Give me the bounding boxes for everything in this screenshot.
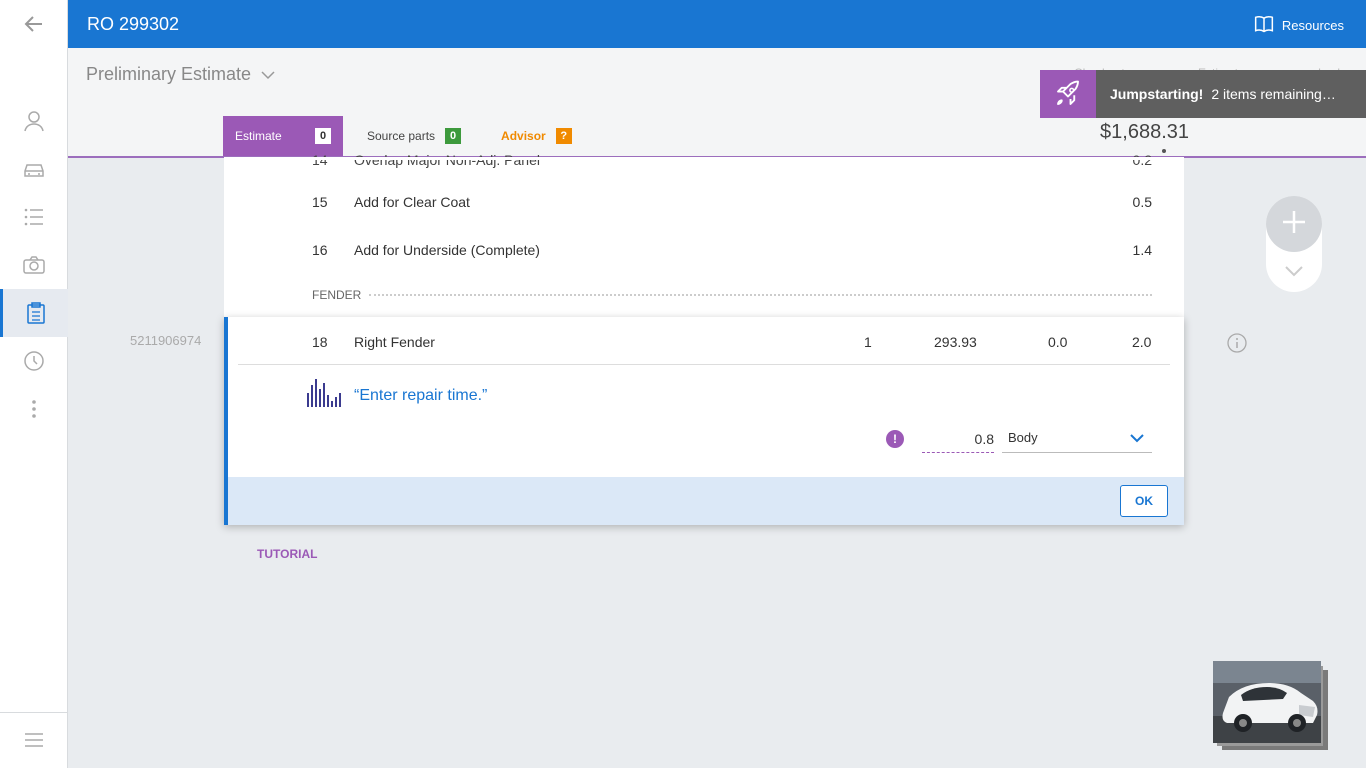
tab-source-parts-label: Source parts (367, 129, 436, 143)
top-app-bar: RO 299302 Resources (68, 0, 1366, 48)
vehicle-photo-thumbnail[interactable] (1213, 661, 1321, 743)
tab-estimate-badge: 0 (315, 128, 331, 144)
section-label: FENDER (312, 288, 362, 302)
section-header-fender: FENDER (312, 288, 1152, 302)
line-number: 18 (312, 334, 328, 350)
line-description: Overlap Major Non-Adj. Panel (354, 152, 540, 168)
estimate-total-value: $1,688.31 (1100, 121, 1189, 143)
camera-icon[interactable] (0, 241, 68, 289)
tab-estimate-label: Estimate (235, 129, 282, 143)
estimate-line-partial[interactable]: 14 Overlap Major Non-Adj. Panel 0.2 (224, 146, 1184, 176)
history-icon[interactable] (0, 337, 68, 385)
estimate-line[interactable]: 15 Add for Clear Coat 0.5 (224, 188, 1184, 218)
plus-icon (1281, 209, 1307, 240)
row-divider (238, 364, 1170, 365)
estimate-type-label: Preliminary Estimate (86, 64, 252, 84)
line-value: 1.4 (1132, 242, 1152, 258)
repair-order-title: RO 299302 (87, 14, 180, 34)
ok-button[interactable]: OK (1120, 485, 1168, 517)
resources-button[interactable]: Resources (1254, 15, 1344, 36)
line-description: Add for Clear Coat (354, 194, 470, 210)
repair-time-input[interactable]: 0.8 (922, 425, 994, 453)
tab-advisor-badge: ? (555, 128, 572, 144)
voice-prompt: “Enter repair time.” (354, 387, 488, 404)
line-price: 293.93 (934, 334, 977, 350)
info-icon[interactable] (1227, 333, 1247, 358)
line-number: 15 (312, 194, 328, 210)
left-nav-rail (0, 0, 68, 768)
toast-message: Jumpstarting! 2 items remaining… (1096, 86, 1336, 102)
estimate-lines-card: 14 Overlap Major Non-Adj. Panel 0.2 15 A… (224, 152, 1184, 318)
section-divider (369, 294, 1152, 296)
warning-icon: ! (886, 430, 904, 448)
add-line-button[interactable] (1266, 196, 1322, 252)
part-number: 5211906974 (130, 333, 202, 348)
line-paint-hours: 2.0 (1132, 334, 1152, 350)
hamburger-menu-icon[interactable] (0, 716, 68, 764)
line-description: Add for Underside (Complete) (354, 242, 540, 258)
back-arrow-icon[interactable] (0, 0, 68, 48)
car-icon[interactable] (0, 145, 68, 193)
tutorial-link[interactable]: TUTORIAL (257, 547, 317, 561)
toast-text: 2 items remaining… (1211, 86, 1336, 102)
estimate-total: $1,688.31 (1100, 121, 1189, 153)
line-number: 16 (312, 242, 328, 258)
more-vertical-icon[interactable] (0, 385, 68, 433)
person-icon[interactable] (0, 97, 68, 145)
labor-type-value: Body (1008, 430, 1038, 445)
resources-label: Resources (1281, 18, 1344, 33)
tab-advisor-label: Advisor (501, 129, 546, 143)
line-quantity: 1 (864, 334, 872, 350)
line-value: 0.5 (1132, 194, 1152, 210)
tab-source-parts-badge: 0 (445, 128, 462, 144)
line-description: Right Fender (354, 334, 435, 350)
editor-footer: OK (228, 477, 1184, 525)
book-icon (1254, 15, 1274, 36)
line-labor-hours: 0.0 (1048, 334, 1068, 350)
estimate-line[interactable]: 16 Add for Underside (Complete) 1.4 (224, 236, 1184, 266)
estimate-clipboard-icon[interactable] (0, 289, 68, 337)
chevron-down-icon (261, 64, 275, 85)
rocket-icon (1040, 70, 1096, 118)
line-number: 14 (312, 152, 328, 168)
jumpstart-toast[interactable]: Jumpstarting! 2 items remaining… (1040, 70, 1366, 118)
list-icon[interactable] (0, 193, 68, 241)
line-value: 0.2 (1132, 152, 1152, 168)
toast-strong: Jumpstarting! (1110, 86, 1204, 102)
voice-waveform-icon (306, 377, 342, 414)
chevron-down-icon (1130, 431, 1144, 446)
card-top-edge (224, 157, 1184, 160)
labor-type-select[interactable]: Body (1002, 425, 1152, 453)
floating-action-group (1266, 196, 1322, 292)
estimate-type-dropdown[interactable]: Preliminary Estimate (86, 64, 275, 85)
chevron-down-icon[interactable] (1284, 264, 1304, 283)
selected-line-editor: 18 Right Fender 1 293.93 0.0 2.0 “Enter … (224, 317, 1184, 525)
rail-divider (0, 712, 68, 713)
